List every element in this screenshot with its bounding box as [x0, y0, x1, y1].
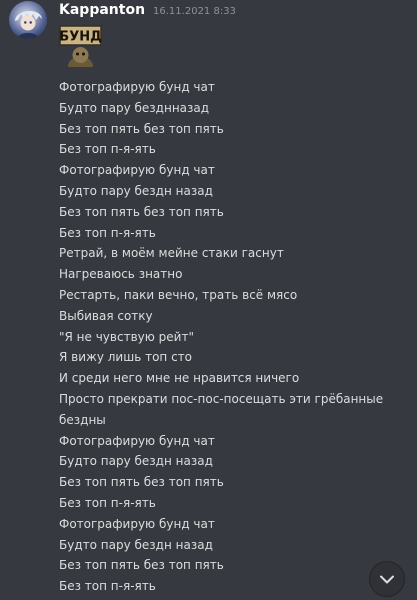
message-line: Будто пару безднназад: [59, 100, 210, 115]
message-line: Будто пару бездн назад: [59, 537, 213, 552]
message-line: Без топ пять без топ пять: [59, 475, 224, 490]
username[interactable]: Kappanton: [59, 2, 145, 18]
message-line: "Я не чувствую рейт": [59, 329, 194, 344]
message-line: Фотографирую бунд чат: [59, 433, 215, 448]
bund-emoji[interactable]: БУНД: [59, 24, 102, 67]
bund-emoji-text: БУНД: [59, 30, 101, 45]
message-header: Kappanton 16.11.2021 8:33: [59, 2, 236, 18]
message-line: Без топ пять без топ пять: [59, 204, 224, 219]
message-line: Нагреваюсь знатно: [59, 267, 183, 282]
message-content: Фотографирую бунд чат Будто пару безднна…: [59, 77, 411, 597]
avatar[interactable]: [9, 1, 47, 39]
message-line: Без топ пять без топ пять: [59, 558, 224, 573]
message-line: Будто пару бездн назад: [59, 183, 213, 198]
user-avatar-icon: [15, 10, 42, 39]
message-line: Фотографирую бунд чат: [59, 516, 215, 531]
message-line: Без топ п-я-ять: [59, 579, 156, 594]
message-line: Фотографирую бунд чат: [59, 80, 215, 94]
message-line: Рестарть, паки вечно, трать всё мясо: [59, 287, 298, 302]
message-line: Выбивая сотку: [59, 308, 153, 323]
chat-message: Kappanton 16.11.2021 8:33 БУНД Фотографи…: [0, 0, 417, 600]
message-line: Будто пару бездн назад: [59, 454, 213, 469]
message-line: бездны: [59, 412, 106, 427]
message-line: Просто прекрати пос-пос-посещать эти грё…: [59, 391, 384, 406]
chevron-down-icon: [380, 575, 394, 584]
message-line: Ретрай, в моём мейне стаки гаснут: [59, 246, 284, 261]
message-line: И среди него мне не нравится ничего: [59, 371, 300, 386]
timestamp: 16.11.2021 8:33: [153, 6, 236, 17]
jump-to-bottom-button[interactable]: [369, 561, 405, 597]
message-line: Без топ п-я-ять: [59, 495, 156, 510]
bund-emoji-icon: БУНД: [59, 24, 102, 67]
message-line: Я вижу лишь топ сто: [59, 350, 193, 365]
message-line: Фотографирую бунд чат: [59, 163, 215, 178]
message-line: Без топ пять без топ пять: [59, 121, 224, 136]
message-line: Без топ п-я-ять: [59, 142, 156, 157]
message-line: Без топ п-я-ять: [59, 225, 156, 240]
